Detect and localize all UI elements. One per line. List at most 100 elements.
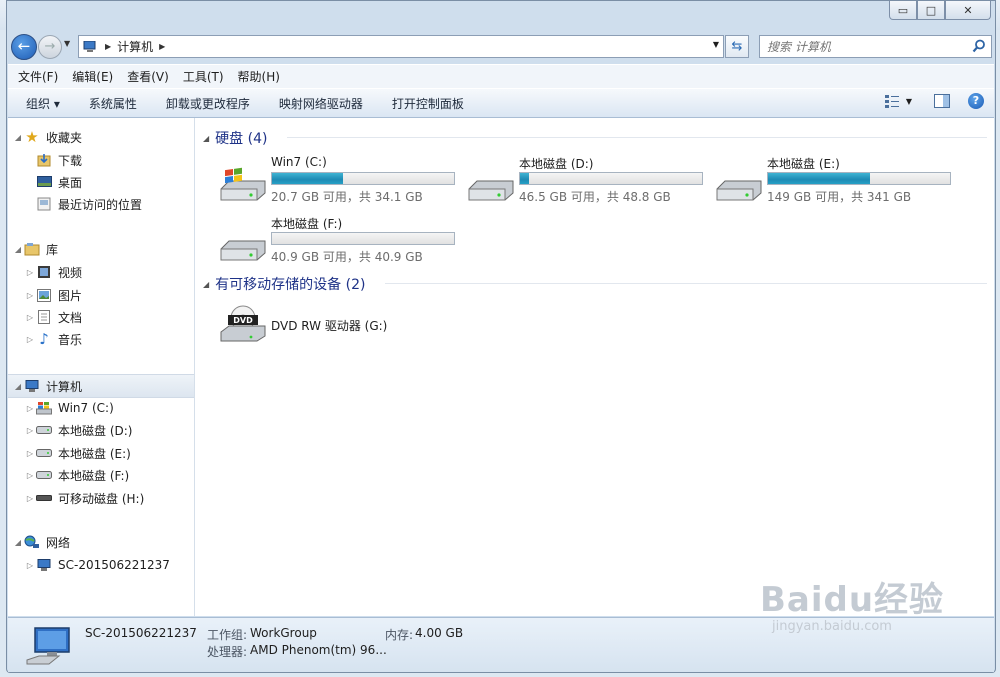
hard-drive-icon bbox=[36, 445, 52, 461]
uninstall-program-button[interactable]: 卸载或更改程序 bbox=[166, 95, 250, 112]
nav-favorites[interactable]: ◢ ★ 收藏夹 bbox=[8, 126, 194, 148]
group-divider bbox=[385, 283, 987, 284]
star-icon: ★ bbox=[25, 128, 39, 146]
caption-buttons: ▭ □ ✕ bbox=[889, 1, 991, 20]
windows-drive-icon bbox=[36, 400, 52, 416]
drive-d[interactable]: 本地磁盘 (D:) 46.5 GB 可用，共 48.8 GB bbox=[467, 153, 707, 204]
workgroup-label: 工作组: bbox=[207, 628, 248, 642]
watermark-url: jingyan.baidu.com bbox=[772, 619, 892, 634]
drive-g-dvd[interactable]: DVD DVD RW 驱动器 (G:) bbox=[219, 298, 459, 348]
minimize-icon: ▭ bbox=[897, 3, 909, 17]
nav-item-drive-e[interactable]: ▷ 本地磁盘 (E:) bbox=[8, 442, 194, 464]
nav-item-label: 最近访问的位置 bbox=[58, 197, 143, 212]
nav-group-label: 库 bbox=[46, 242, 59, 257]
collapse-icon[interactable]: ◢ bbox=[12, 245, 24, 254]
system-properties-button[interactable]: 系统属性 bbox=[89, 95, 137, 112]
network-computer-icon bbox=[36, 557, 52, 573]
nav-item-drive-c[interactable]: ▷ Win7 (C:) bbox=[8, 397, 194, 419]
library-icon bbox=[24, 241, 40, 257]
nav-item-downloads[interactable]: 下载 bbox=[8, 149, 194, 171]
nav-item-recent-places[interactable]: 最近访问的位置 bbox=[8, 193, 194, 215]
nav-item-videos[interactable]: ▷ 视频 bbox=[8, 261, 194, 283]
drive-size-text: 46.5 GB 可用，共 48.8 GB bbox=[519, 190, 671, 204]
nav-item-label: 下载 bbox=[58, 153, 83, 168]
map-network-drive-button[interactable]: 映射网络驱动器 bbox=[279, 95, 363, 112]
minimize-button[interactable]: ▭ bbox=[889, 1, 917, 20]
collapse-icon[interactable]: ◢ bbox=[12, 382, 24, 391]
drive-f[interactable]: 本地磁盘 (F:) 40.9 GB 可用，共 40.9 GB bbox=[219, 213, 459, 264]
expand-icon[interactable]: ▷ bbox=[24, 561, 36, 570]
preview-pane-icon[interactable] bbox=[934, 94, 950, 108]
nav-item-label: 音乐 bbox=[58, 332, 83, 347]
open-control-panel-button[interactable]: 打开控制面板 bbox=[392, 95, 464, 112]
breadcrumb-chevron-icon[interactable]: ▶ bbox=[159, 42, 165, 51]
drive-e[interactable]: 本地磁盘 (E:) 149 GB 可用，共 341 GB bbox=[715, 153, 955, 204]
refresh-icon: ⇆ bbox=[731, 39, 743, 54]
windows-drive-icon bbox=[220, 167, 266, 201]
expand-icon[interactable]: ▷ bbox=[24, 426, 36, 435]
expand-icon[interactable]: ▷ bbox=[24, 313, 36, 322]
nav-item-desktop[interactable]: 桌面 bbox=[8, 171, 194, 193]
view-dropdown-icon[interactable]: ▼ bbox=[906, 97, 912, 106]
menu-view[interactable]: 查看(V) bbox=[127, 68, 169, 85]
nav-item-network-pc[interactable]: ▷ SC-201506221237 bbox=[8, 554, 194, 576]
drive-usage-fill bbox=[768, 173, 870, 184]
refresh-button[interactable]: ⇆ bbox=[725, 35, 749, 58]
nav-item-music[interactable]: ▷ ♪ 音乐 bbox=[8, 328, 194, 350]
nav-computer[interactable]: ◢ 计算机 bbox=[8, 374, 194, 398]
history-dropdown-icon[interactable]: ▼ bbox=[64, 39, 70, 48]
expand-icon[interactable]: ▷ bbox=[24, 404, 36, 413]
forward-button[interactable]: → bbox=[38, 35, 62, 59]
nav-libraries[interactable]: ◢ 库 bbox=[8, 238, 194, 260]
nav-item-drive-d[interactable]: ▷ 本地磁盘 (D:) bbox=[8, 419, 194, 441]
command-toolbar: 组织 ▾ 系统属性 卸载或更改程序 映射网络驱动器 打开控制面板 ▼ ? bbox=[8, 88, 994, 118]
expand-icon[interactable]: ▷ bbox=[24, 291, 36, 300]
collapse-icon[interactable]: ◢ bbox=[12, 133, 24, 142]
search-box[interactable] bbox=[759, 35, 992, 58]
hard-drive-icon bbox=[716, 180, 762, 201]
drive-usage-bar bbox=[519, 172, 703, 185]
nav-group-label: 收藏夹 bbox=[46, 130, 83, 145]
menu-edit[interactable]: 编辑(E) bbox=[72, 68, 113, 85]
group-removable-storage[interactable]: ◢ 有可移动存储的设备 (2) bbox=[203, 274, 365, 294]
breadcrumb-computer[interactable]: 计算机 bbox=[117, 38, 153, 55]
help-button[interactable]: ? bbox=[968, 93, 984, 109]
nav-item-pictures[interactable]: ▷ 图片 bbox=[8, 284, 194, 306]
expand-icon[interactable]: ▷ bbox=[24, 471, 36, 480]
removable-drive-icon bbox=[36, 490, 52, 506]
drive-name: 本地磁盘 (D:) bbox=[519, 157, 594, 171]
expand-icon[interactable]: ▷ bbox=[24, 449, 36, 458]
group-hard-disks[interactable]: ◢ 硬盘 (4) bbox=[203, 128, 267, 148]
expand-icon[interactable]: ▷ bbox=[24, 494, 36, 503]
expand-icon[interactable]: ▷ bbox=[24, 268, 36, 277]
address-dropdown-icon[interactable]: ▼ bbox=[713, 40, 719, 49]
desktop-icon bbox=[36, 174, 52, 190]
nav-item-documents[interactable]: ▷ 文档 bbox=[8, 306, 194, 328]
menu-file[interactable]: 文件(F) bbox=[18, 68, 58, 85]
drive-c[interactable]: Win7 (C:) 20.7 GB 可用，共 34.1 GB bbox=[219, 153, 459, 204]
maximize-button[interactable]: □ bbox=[917, 1, 945, 20]
expand-icon[interactable]: ▷ bbox=[24, 335, 36, 344]
navigation-bar: ← → ▼ ▶ 计算机 ▶ ▼ ⇆ bbox=[7, 31, 995, 61]
collapse-group-icon[interactable]: ◢ bbox=[203, 280, 209, 289]
nav-item-label: 可移动磁盘 (H:) bbox=[58, 491, 145, 506]
menu-help[interactable]: 帮助(H) bbox=[238, 68, 280, 85]
change-view-icon[interactable] bbox=[884, 94, 900, 108]
address-bar[interactable]: ▶ 计算机 ▶ ▼ bbox=[78, 35, 724, 58]
nav-item-label: 图片 bbox=[58, 288, 83, 303]
nav-item-drive-f[interactable]: ▷ 本地磁盘 (F:) bbox=[8, 464, 194, 486]
search-icon[interactable] bbox=[972, 39, 986, 53]
nav-item-drive-h[interactable]: ▷ 可移动磁盘 (H:) bbox=[8, 487, 194, 509]
collapse-icon[interactable]: ◢ bbox=[12, 538, 24, 547]
back-button[interactable]: ← bbox=[11, 34, 37, 60]
breadcrumb-separator-icon[interactable]: ▶ bbox=[105, 42, 111, 51]
close-button[interactable]: ✕ bbox=[945, 1, 991, 20]
memory-label: 内存: bbox=[385, 628, 414, 642]
dvd-drive-icon: DVD bbox=[220, 305, 266, 342]
close-icon: ✕ bbox=[963, 3, 973, 17]
menu-tools[interactable]: 工具(T) bbox=[183, 68, 224, 85]
collapse-group-icon[interactable]: ◢ bbox=[203, 134, 209, 143]
search-input[interactable] bbox=[765, 38, 969, 55]
nav-network[interactable]: ◢ 网络 bbox=[8, 531, 194, 553]
organize-button[interactable]: 组织 ▾ bbox=[26, 95, 60, 112]
